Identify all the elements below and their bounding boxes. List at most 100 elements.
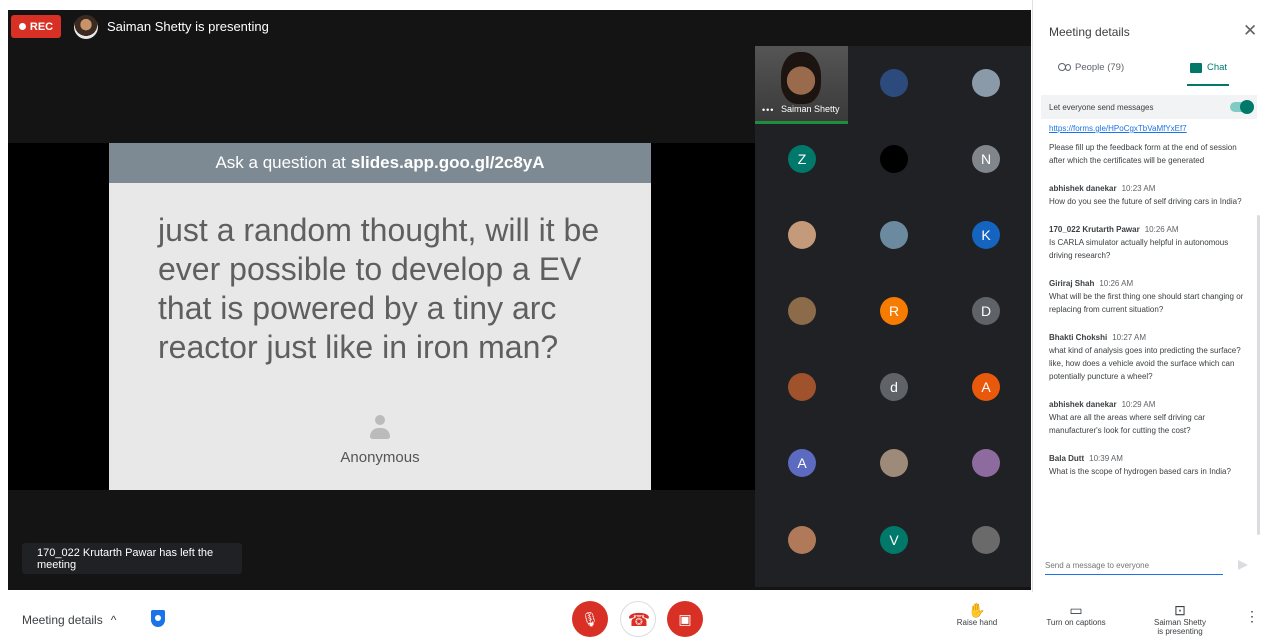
record-dot-icon	[18, 23, 26, 30]
security-shield-icon[interactable]	[151, 610, 165, 627]
participant-avatar[interactable]: A	[972, 373, 1000, 401]
self-video-tile[interactable]: ••• Saiman Shetty	[755, 46, 848, 124]
presenter-avatar	[74, 15, 98, 39]
camera-off-icon: ▣	[678, 610, 692, 627]
message-sender: Giriraj Shah	[1049, 279, 1095, 288]
raise-hand-button[interactable]: ✋ Raise hand	[950, 602, 1004, 627]
meeting-details-button[interactable]: Meeting details ^	[22, 613, 116, 627]
participant-avatar[interactable]: K	[972, 221, 1000, 249]
self-name: Saiman Shetty	[781, 104, 840, 114]
raise-hand-label: Raise hand	[956, 618, 998, 627]
slide-header-prefix: Ask a question at	[215, 153, 346, 172]
tab-people-label: People (79)	[1075, 62, 1125, 73]
participant-avatar[interactable]	[788, 373, 816, 401]
participant-avatar[interactable]: R	[880, 297, 908, 325]
slide-header: Ask a question at slides.app.goo.gl/2c8y…	[109, 143, 651, 183]
message-time: 10:26 AM	[1099, 279, 1134, 288]
tab-chat[interactable]: Chat	[1190, 62, 1227, 73]
present-icon: ⊡	[1174, 602, 1186, 618]
panel-title: Meeting details	[1049, 25, 1130, 39]
top-bar: REC Saiman Shetty is presenting	[8, 10, 1031, 46]
participant-avatar[interactable]	[788, 526, 816, 554]
close-icon[interactable]: ✕	[1243, 21, 1257, 41]
participant-avatar[interactable]: Z	[788, 145, 816, 173]
message-header: Bhakti Chokshi 10:27 AM	[1049, 332, 1249, 344]
message-text: What is the scope of hydrogen based cars…	[1049, 467, 1231, 476]
toggle-label: Let everyone send messages	[1049, 102, 1154, 112]
present-now-button[interactable]: ⊡ Saiman Shetty is presenting	[1146, 602, 1214, 636]
captions-label: Turn on captions	[1046, 618, 1106, 627]
message-text: What will be the first thing one should …	[1049, 292, 1244, 314]
participant-avatar[interactable]: N	[972, 145, 1000, 173]
question-author: Anonymous	[340, 449, 420, 466]
bottom-toolbar: Meeting details ^ 🎙 ☎ ▣ ✋ Raise hand ▭ T…	[0, 592, 1265, 641]
participant-avatar[interactable]	[880, 69, 908, 97]
hang-up-icon: ☎	[627, 609, 651, 630]
slide-header-url: slides.app.goo.gl/2c8yA	[350, 153, 545, 172]
participant-avatar[interactable]: A	[788, 449, 816, 477]
participant-avatar[interactable]: d	[880, 373, 908, 401]
notification-toast: 170_022 Krutarth Pawar has left the meet…	[22, 543, 242, 574]
leave-call-button[interactable]: ☎	[620, 601, 656, 637]
participant-avatar[interactable]	[972, 526, 1000, 554]
send-messages-toggle[interactable]	[1230, 100, 1254, 114]
meeting-details-label: Meeting details	[22, 613, 103, 627]
chat-message: 170_022 Krutarth Pawar 10:26 AM Is CARLA s…	[1049, 224, 1249, 262]
chat-scrollbar[interactable]	[1257, 215, 1260, 535]
send-icon[interactable]	[1238, 560, 1248, 570]
chat-message-input[interactable]	[1045, 561, 1223, 570]
tab-people[interactable]: People (79)	[1058, 62, 1124, 73]
pinned-message: Please fill up the feedback form at the …	[1049, 143, 1237, 165]
chevron-up-icon: ^	[110, 613, 117, 627]
captions-button[interactable]: ▭ Turn on captions	[1038, 602, 1114, 627]
participant-avatar[interactable]	[880, 145, 908, 173]
message-time: 10:39 AM	[1089, 454, 1123, 463]
rec-label: REC	[29, 20, 54, 33]
chat-message: Bala Dutt 10:39 AM What is the scope of hy…	[1049, 453, 1249, 478]
participant-avatar[interactable]	[972, 69, 1000, 97]
participant-avatar[interactable]	[880, 221, 908, 249]
camera-button[interactable]: ▣	[667, 601, 703, 637]
participant-avatar[interactable]	[972, 449, 1000, 477]
message-time: 10:27 AM	[1112, 333, 1147, 342]
message-time: 10:26 AM	[1144, 225, 1179, 234]
message-sender: 170_022 Krutarth Pawar	[1049, 225, 1140, 234]
chat-message: Giriraj Shah 10:26 AM What will be the fir…	[1049, 278, 1249, 316]
mic-off-icon: 🎙	[581, 610, 599, 627]
presenting-line1: Saiman Shetty	[1153, 618, 1207, 627]
message-text: How do you see the future of self drivin…	[1049, 197, 1242, 206]
participant-avatar[interactable]	[788, 297, 816, 325]
slide-question: just a random thought, will it be ever p…	[158, 212, 600, 365]
feedback-link[interactable]: https://forms.gle/HPoCgxTbVaMfYxEf7	[1049, 124, 1249, 133]
video-stage: REC Saiman Shetty is presenting Ask a qu…	[8, 10, 1031, 590]
tab-chat-label: Chat	[1207, 62, 1228, 73]
participant-avatar[interactable]: D	[972, 297, 1000, 325]
people-icon	[1058, 62, 1071, 73]
participant-avatar[interactable]	[880, 449, 908, 477]
message-sender: abhishek danekar	[1049, 400, 1117, 409]
participant-avatar[interactable]	[788, 221, 816, 249]
message-header: abhishek danekar 10:29 AM	[1049, 399, 1249, 411]
recording-badge: REC	[11, 15, 61, 38]
message-time: 10:29 AM	[1121, 400, 1156, 409]
self-video	[781, 52, 821, 104]
chat-messages: https://forms.gle/HPoCgxTbVaMfYxEf7 Plea…	[1049, 124, 1249, 544]
more-options-icon[interactable]: ⋮	[1245, 608, 1259, 625]
chat-icon	[1190, 62, 1202, 73]
more-options-icon[interactable]: •••	[762, 105, 774, 115]
message-header: Bala Dutt 10:39 AM	[1049, 453, 1249, 465]
meeting-details-panel: Meeting details ✕ People (79) Chat Let e…	[1032, 0, 1265, 592]
chat-message: Bhakti Chokshi 10:27 AM what kind of analy…	[1049, 332, 1249, 383]
microphone-button[interactable]: 🎙	[572, 601, 608, 637]
meet-window: REC Saiman Shetty is presenting Ask a qu…	[0, 0, 1265, 641]
message-header: abhishek danekar 10:23 AM	[1049, 183, 1249, 195]
input-underline	[1045, 574, 1223, 575]
anonymous-user-icon	[369, 415, 391, 441]
presenting-line2: is presenting	[1157, 627, 1203, 636]
slide: Ask a question at slides.app.goo.gl/2c8y…	[109, 143, 651, 490]
message-header: Giriraj Shah 10:26 AM	[1049, 278, 1249, 290]
send-messages-setting: Let everyone send messages	[1041, 95, 1257, 119]
participant-avatar[interactable]: V	[880, 526, 908, 554]
message-text: Is CARLA simulator actually helpful in a…	[1049, 238, 1229, 260]
captions-icon: ▭	[1069, 602, 1083, 618]
